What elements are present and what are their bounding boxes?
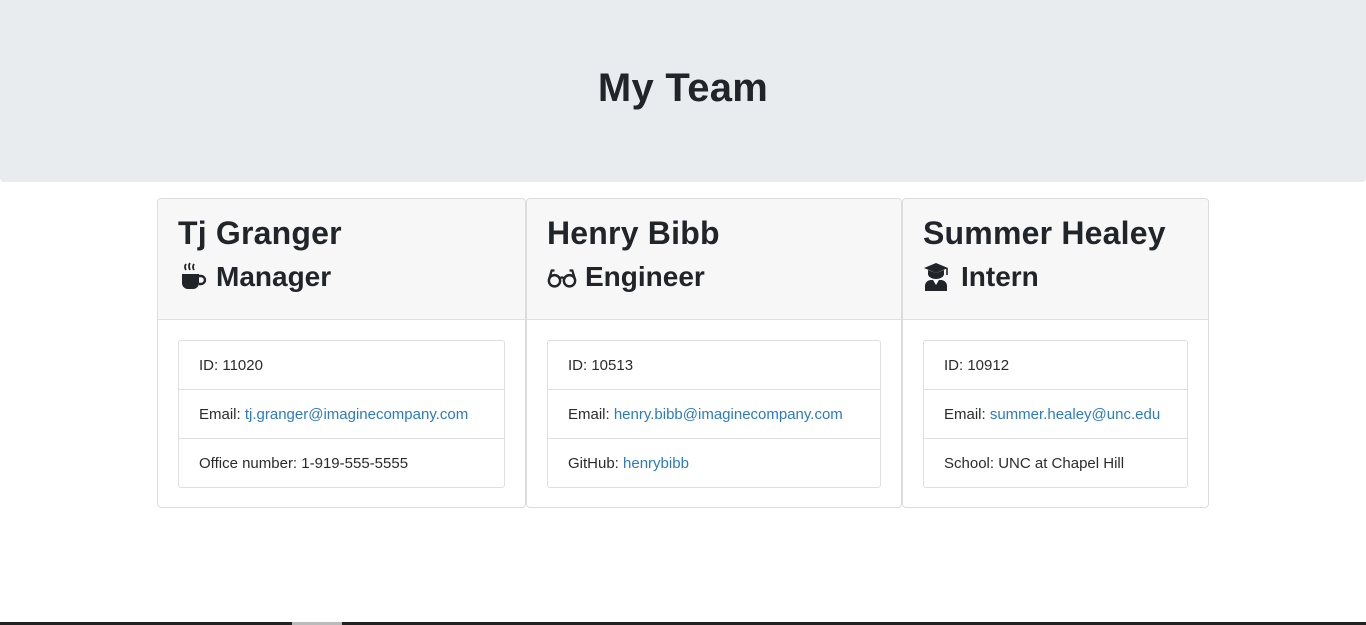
id-label: ID: [199, 356, 223, 374]
id-value: 11020 [222, 356, 263, 374]
page-title: My Team [597, 65, 769, 110]
office-number-label: Office number: [199, 454, 302, 472]
github-item: GitHub: henrybibb [548, 439, 880, 487]
email-link[interactable]: henry.bibb@imaginecompany.com [614, 406, 843, 423]
card-header: Henry Bibb Engineer [527, 199, 901, 320]
id-item: ID: 10513 [548, 341, 880, 390]
employee-role: Manager [178, 259, 505, 295]
github-label: GitHub: [568, 454, 624, 472]
employee-card-engineer: Henry Bibb Engineer ID: 10513 Email: hen… [526, 198, 902, 508]
school-label: School: [944, 454, 999, 472]
glasses-icon [547, 262, 577, 292]
id-item: ID: 10912 [924, 341, 1187, 390]
github-link[interactable]: henrybibb [623, 455, 689, 472]
info-list: ID: 10513 Email: henry.bibb@imaginecompa… [547, 340, 881, 488]
employee-name: Summer Healey [923, 215, 1166, 251]
email-label: Email: [944, 405, 990, 423]
employee-name: Henry Bibb [547, 215, 720, 251]
email-label: Email: [199, 405, 245, 423]
id-label: ID: [944, 356, 968, 374]
info-list: ID: 11020 Email: tj.granger@imaginecompa… [178, 340, 505, 488]
info-list: ID: 10912 Email: summer.healey@unc.edu S… [923, 340, 1188, 488]
card-body: ID: 10513 Email: henry.bibb@imaginecompa… [527, 320, 901, 488]
id-label: ID: [568, 356, 592, 374]
coffee-icon [178, 262, 208, 292]
email-label: Email: [568, 405, 614, 423]
school-item: School: UNC at Chapel Hill [924, 439, 1187, 487]
email-item: Email: tj.granger@imaginecompany.com [179, 390, 504, 439]
email-item: Email: henry.bibb@imaginecompany.com [548, 390, 880, 439]
role-label: Manager [216, 261, 332, 292]
employee-role: Intern [923, 259, 1188, 295]
id-value: 10513 [591, 356, 634, 374]
role-label: Engineer [585, 261, 705, 292]
office-number-item: Office number: 1-919-555-5555 [179, 439, 504, 487]
id-value: 10912 [967, 356, 1010, 374]
employee-name: Tj Granger [178, 215, 342, 251]
email-link[interactable]: summer.healey@unc.edu [990, 406, 1160, 423]
card-header: Summer Healey Intern [903, 199, 1208, 320]
graduate-icon [923, 262, 953, 292]
employee-role: Engineer [547, 259, 881, 295]
page-header: My Team [0, 0, 1366, 182]
office-number-value: 1-919-555-5555 [301, 454, 409, 472]
card-header: Tj Granger Manager [158, 199, 525, 320]
email-link[interactable]: tj.granger@imaginecompany.com [245, 406, 468, 423]
card-body: ID: 11020 Email: tj.granger@imaginecompa… [158, 320, 525, 488]
employee-card-manager: Tj Granger Manager ID: 11020 Email: tj.g… [157, 198, 526, 508]
role-label: Intern [961, 261, 1039, 292]
card-body: ID: 10912 Email: summer.healey@unc.edu S… [903, 320, 1208, 488]
school-value: UNC at Chapel Hill [998, 454, 1125, 472]
id-item: ID: 11020 [179, 341, 504, 390]
email-item: Email: summer.healey@unc.edu [924, 390, 1187, 439]
employee-card-intern: Summer Healey Intern ID: 10912 Email: su… [902, 198, 1209, 508]
